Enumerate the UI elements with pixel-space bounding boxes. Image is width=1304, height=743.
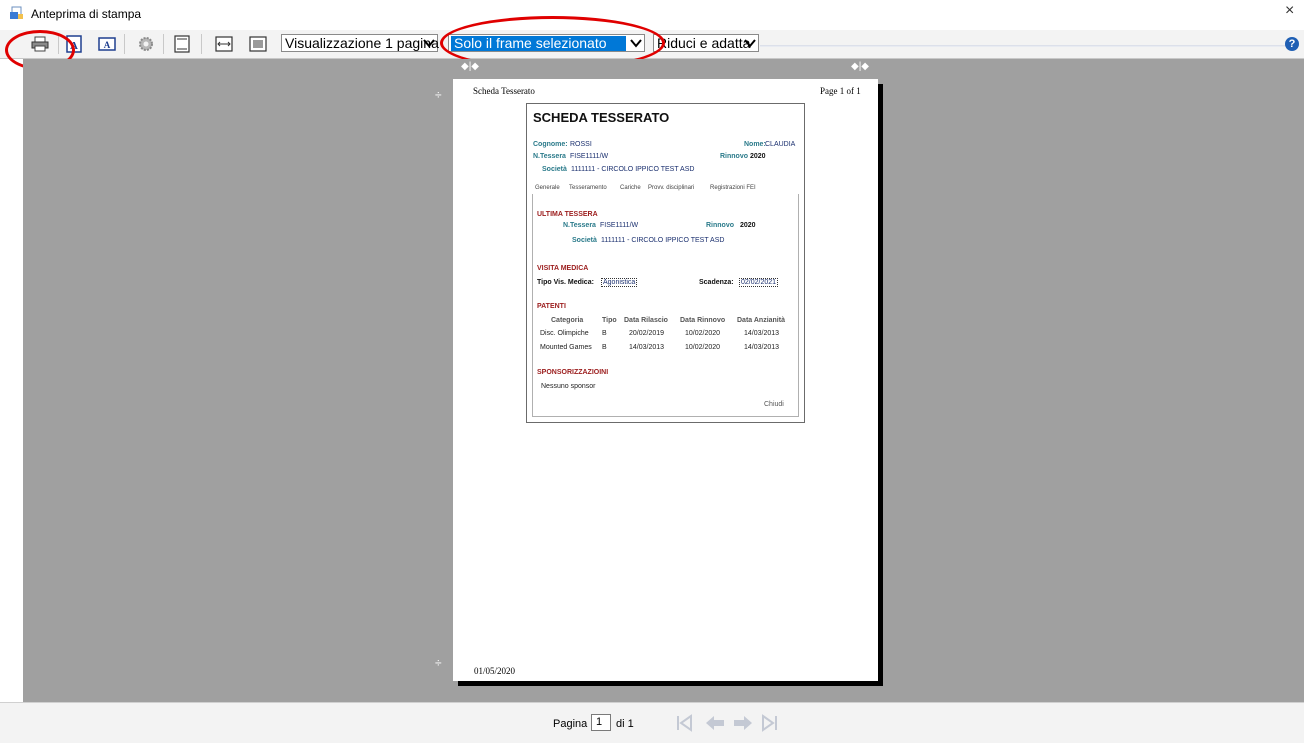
table-cell: 14/03/2013: [744, 330, 780, 337]
tipo-visita-label: Tipo Vis. Medica:: [537, 279, 594, 286]
tipo-visita-value: Agonistica: [601, 278, 638, 287]
print-preview-app-icon: [10, 6, 23, 19]
ultima-tessera-label: N.Tessera: [563, 222, 596, 229]
first-page-icon: [677, 714, 692, 732]
fit-select-value: Riduci e adatta: [657, 35, 751, 51]
bottom-margin-handle[interactable]: ÷: [435, 656, 442, 670]
visita-medica-title: VISITA MEDICA: [537, 265, 589, 272]
page-label: Pagina: [553, 718, 588, 730]
fit-select[interactable]: Riduci e adatta: [653, 34, 759, 52]
table-cell: 10/02/2020: [685, 344, 721, 351]
page-footer-date: 01/05/2020: [474, 666, 516, 676]
rinnovo-value: 2020: [750, 153, 766, 160]
table-cell: Mounted Games: [540, 344, 592, 351]
header-footer-button[interactable]: [171, 34, 193, 54]
toolbar-separator: [163, 34, 164, 54]
scadenza-label: Scadenza:: [699, 279, 734, 286]
patenti-header-rilascio: Data Rilascio: [624, 317, 668, 324]
toolbar-separator: [124, 34, 125, 54]
sponsor-title: SPONSORIZZAZIOINI: [537, 369, 609, 376]
page-total: di 1: [616, 718, 634, 730]
fit-page-icon: [249, 36, 267, 52]
page-setup-button[interactable]: [135, 34, 157, 54]
gear-icon: [139, 37, 153, 51]
ultima-societa-value: 1111111 - CIRCOLO IPPICO TEST ASD: [601, 237, 725, 244]
left-margin-handle[interactable]: ◆|◆: [461, 61, 479, 72]
full-page-button[interactable]: [247, 34, 269, 54]
close-button[interactable]: ×: [1285, 2, 1294, 20]
table-cell: 20/02/2019: [629, 330, 665, 337]
next-page-button[interactable]: [732, 713, 754, 733]
window-title: Anteprima di stampa: [31, 7, 142, 21]
table-cell: 14/03/2013: [629, 344, 665, 351]
tab-generale[interactable]: Generale: [535, 185, 560, 191]
page-icon: [174, 35, 190, 53]
rinnovo-label: Rinnovo: [720, 153, 748, 160]
societa-label: Società: [542, 166, 567, 173]
tab-cariche[interactable]: Cariche: [620, 185, 641, 191]
card-title: SCHEDA TESSERATO: [533, 110, 670, 125]
table-cell: 14/03/2013: [744, 344, 780, 351]
pagination-bar: [0, 702, 1304, 743]
full-width-button[interactable]: [213, 34, 235, 54]
svg-text:A: A: [104, 40, 111, 50]
tessera-label: N.Tessera: [533, 153, 566, 160]
table-cell: B: [602, 330, 607, 337]
right-margin-handle[interactable]: ◆|◆: [851, 61, 869, 72]
sponsor-value: Nessuno sponsor: [541, 383, 596, 390]
page-header-count: Page 1 of 1: [820, 86, 861, 96]
page-number-input[interactable]: 1: [591, 714, 611, 731]
tab-registrazioni-fei[interactable]: Registrazioni FEI: [710, 185, 756, 191]
last-page-button[interactable]: [758, 713, 780, 733]
last-page-icon: [762, 714, 777, 732]
scadenza-value: 02/02/2021: [739, 278, 779, 287]
toolbar-divider: [760, 45, 1290, 47]
top-margin-handle[interactable]: ÷: [435, 88, 442, 102]
nome-value: CLAUDIA: [765, 141, 796, 148]
title-bar: Anteprima di stampa ×: [0, 0, 1304, 30]
first-page-button[interactable]: [674, 713, 696, 733]
tab-provv-disciplinari[interactable]: Provv. disciplinari: [648, 185, 694, 191]
tessera-value: FISE1111/W: [570, 153, 609, 160]
ultima-tessera-title: ULTIMA TESSERA: [537, 211, 598, 218]
arrow-right-icon: [734, 716, 752, 730]
view-select-value: Visualizzazione 1 pagina: [285, 35, 439, 51]
ultima-rinnovo-label: Rinnovo: [706, 222, 734, 229]
patenti-header-tipo: Tipo: [602, 317, 617, 324]
patenti-header-categoria: Categoria: [551, 317, 584, 324]
chiudi-link[interactable]: Chiudi: [764, 401, 784, 408]
nome-label: Nome:: [744, 141, 766, 148]
table-cell: Disc. Olimpiche: [540, 330, 589, 337]
view-select[interactable]: Visualizzazione 1 pagina: [281, 34, 439, 52]
landscape-button[interactable]: A: [96, 34, 118, 54]
tab-tesseramento[interactable]: Tesseramento: [569, 185, 607, 191]
landscape-icon: A: [98, 37, 116, 51]
patenti-header-rinnovo: Data Rinnovo: [680, 317, 726, 324]
fit-width-icon: [215, 36, 233, 52]
page-header-title: Scheda Tesserato: [473, 86, 535, 96]
cognome-value: ROSSI: [570, 141, 592, 148]
previous-page-button[interactable]: [704, 713, 726, 733]
toolbar-separator: [201, 34, 202, 54]
chevron-down-icon: [423, 39, 435, 48]
help-button[interactable]: ?: [1285, 37, 1299, 51]
societa-value: 1111111 - CIRCOLO IPPICO TEST ASD: [571, 166, 695, 173]
ultima-rinnovo-value: 2020: [740, 222, 756, 229]
cognome-label: Cognome:: [533, 141, 568, 148]
ultima-tessera-value: FISE1111/W: [600, 222, 639, 229]
table-cell: B: [602, 344, 607, 351]
chevron-down-icon: [744, 39, 756, 48]
ultima-societa-label: Società: [572, 237, 597, 244]
table-cell: 10/02/2020: [685, 330, 721, 337]
arrow-left-icon: [706, 716, 724, 730]
patenti-header-anzianita: Data Anzianità: [737, 317, 785, 324]
patenti-title: PATENTI: [537, 303, 566, 310]
